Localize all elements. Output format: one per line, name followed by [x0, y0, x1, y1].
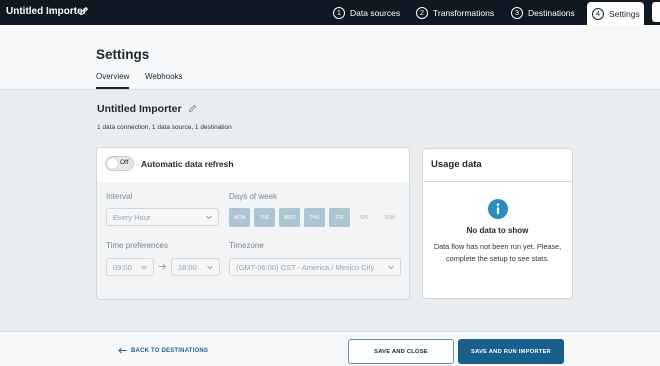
refresh-label: Automatic data refresh: [141, 159, 234, 169]
step-label: Settings: [609, 8, 640, 19]
page-header: Settings Overview Webhooks: [0, 25, 660, 90]
chevron-down-icon: [388, 265, 394, 270]
step-transformations[interactable]: 2 Transformations: [416, 0, 494, 25]
data-refresh-card: Off Automatic data refresh Interval Ever…: [96, 147, 410, 300]
timezone-value: (GMT-06:00) CST - America / Mexico City: [236, 262, 375, 272]
step-number: 4: [592, 7, 604, 20]
chevron-down-icon: [206, 215, 212, 220]
empty-state-title: No data to show: [466, 226, 529, 235]
day-sat[interactable]: SAT: [354, 208, 375, 227]
refresh-card-header: Off Automatic data refresh: [97, 148, 409, 182]
importer-summary: 1 data connection, 1 data source, 1 dest…: [97, 124, 232, 131]
time-end-select[interactable]: 18:00: [171, 258, 220, 276]
day-wed[interactable]: WED: [279, 208, 300, 227]
top-navigation-bar: Untitled Importer 1 Data sources 2 Trans…: [0, 0, 660, 25]
interval-label: Interval: [106, 192, 133, 201]
back-to-destinations-link[interactable]: BACK TO DESTINATIONS: [118, 347, 208, 354]
tab-overview[interactable]: Overview: [96, 72, 129, 81]
pencil-icon[interactable]: [79, 6, 89, 16]
pencil-icon[interactable]: [188, 104, 197, 113]
active-tab-indicator: [96, 87, 129, 89]
usage-data-card: Usage data No data to show Data flow has…: [422, 148, 573, 299]
step-number: 2: [416, 6, 428, 19]
toggle-knob: [107, 158, 118, 169]
toggle-state-label: Off: [120, 159, 129, 166]
interval-select[interactable]: Every Hour: [106, 208, 219, 226]
usage-card-header: Usage data: [423, 149, 572, 182]
tab-webhooks[interactable]: Webhooks: [145, 72, 183, 81]
interval-value: Every Hour: [113, 212, 151, 222]
day-sun[interactable]: SUN: [379, 208, 400, 227]
page-title: Settings: [96, 47, 150, 62]
save-and-run-button[interactable]: SAVE AND RUN IMPORTER: [458, 339, 564, 364]
timezone-select[interactable]: (GMT-06:00) CST - America / Mexico City: [229, 258, 401, 276]
save-and-close-button[interactable]: SAVE AND CLOSE: [348, 339, 454, 364]
day-mon[interactable]: MON: [229, 208, 250, 227]
step-label: Transformations: [433, 7, 495, 18]
time-start-select[interactable]: 09:00: [106, 258, 154, 276]
timezone-label: Timezone: [229, 241, 264, 250]
step-destinations[interactable]: 3 Destinations: [511, 0, 575, 25]
days-of-week-label: Days of week: [229, 192, 278, 201]
chevron-down-icon: [141, 265, 147, 270]
chevron-down-icon: [207, 265, 213, 270]
step-next-partial[interactable]: [652, 2, 660, 22]
arrow-right-icon: [159, 263, 167, 270]
day-thu[interactable]: THU: [304, 208, 325, 227]
empty-state-message: Data flow has not been run yet. Please, …: [433, 242, 562, 263]
info-icon: [488, 199, 508, 219]
step-settings[interactable]: 4 Settings: [587, 2, 644, 25]
day-tue[interactable]: TUE: [254, 208, 275, 227]
time-start-value: 09:00: [113, 262, 132, 272]
importer-name: Untitled Importer: [97, 103, 182, 115]
step-label: Data sources: [350, 7, 401, 18]
day-fri[interactable]: FRI: [329, 208, 350, 227]
app-title: Untitled Importer: [6, 6, 87, 17]
step-number: 1: [333, 6, 345, 19]
back-label: BACK TO DESTINATIONS: [131, 347, 209, 354]
step-number: 3: [511, 6, 523, 19]
footer-bar: BACK TO DESTINATIONS SAVE AND CLOSE SAVE…: [0, 331, 660, 366]
time-end-value: 18:00: [178, 262, 197, 272]
refresh-toggle[interactable]: Off: [105, 156, 134, 171]
arrow-left-icon: [118, 347, 127, 354]
usage-title: Usage data: [431, 159, 482, 170]
step-data-sources[interactable]: 1 Data sources: [333, 0, 400, 25]
time-preferences-label: Time preferences: [106, 241, 168, 250]
step-label: Destinations: [528, 7, 575, 18]
